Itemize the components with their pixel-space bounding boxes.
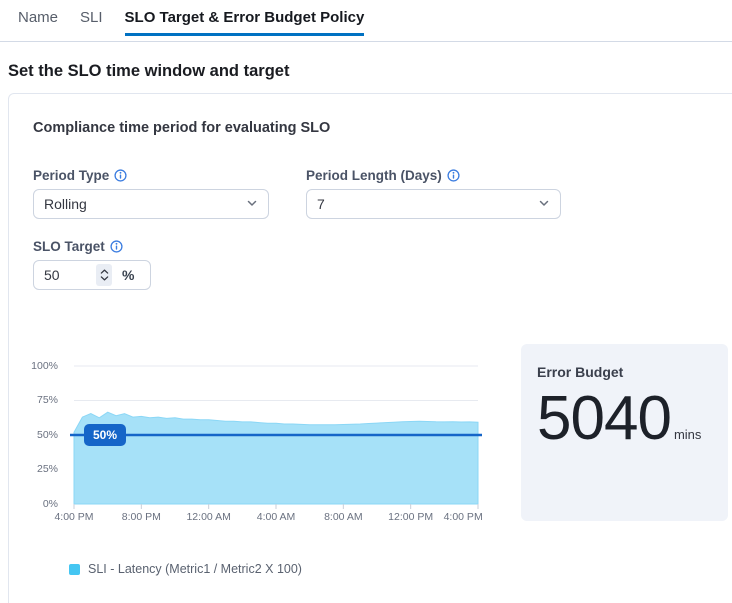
slo-target-group: SLO Target % [33,239,728,290]
y-axis-label: 0% [30,498,58,510]
sli-area-series [74,412,478,504]
period-type-label: Period Type [33,168,269,183]
x-axis-label: 8:00 AM [324,511,363,523]
x-axis-label: 4:00 AM [257,511,296,523]
x-axis-label: 12:00 AM [186,511,230,523]
legend-label: SLI - Latency (Metric1 / Metric2 X 100) [88,562,302,576]
slo-target-label-text: SLO Target [33,239,105,254]
page-title: Set the SLO time window and target [8,62,732,81]
error-budget-unit: mins [674,427,701,442]
y-axis-label: 25% [30,463,58,475]
y-axis-label: 100% [30,360,58,372]
info-icon[interactable] [447,169,460,182]
period-form-row: Period Type Rolling Period Length (Days) [33,168,728,219]
period-length-value: 7 [317,196,325,212]
threshold-badge: 50% [84,424,126,446]
x-axis-ticks [74,504,478,509]
number-stepper[interactable] [96,264,112,286]
x-axis-label: 8:00 PM [122,511,161,523]
period-length-label: Period Length (Days) [306,168,561,183]
error-budget-card: Error Budget 5040 mins [521,344,728,521]
slo-target-input[interactable] [44,267,96,283]
x-axis-label: 4:00 PM [444,511,483,523]
chart-section: 100% 75% 50% 25% 0% 4:00 PM 8:00 PM 12:00 AM 4:… [33,342,728,538]
x-axis-label: 12:00 PM [388,511,433,523]
error-budget-value: 5040 [537,385,671,453]
info-icon[interactable] [114,169,127,182]
y-axis-label: 50% [30,429,58,441]
legend-item[interactable]: SLI - Latency (Metric1 / Metric2 X 100) [69,562,728,576]
chevron-down-icon [246,196,258,212]
period-type-select[interactable]: Rolling [33,189,269,219]
slo-target-input-group: % [33,260,151,290]
info-icon[interactable] [110,240,123,253]
legend-swatch [69,564,80,575]
slo-target-label: SLO Target [33,239,728,254]
period-type-label-text: Period Type [33,168,109,183]
tabbar-divider [0,41,732,42]
error-budget-title: Error Budget [537,364,712,380]
period-length-select[interactable]: 7 [306,189,561,219]
chevron-down-icon [538,196,550,212]
percent-suffix: % [122,267,134,283]
tab-sli[interactable]: SLI [80,9,103,36]
section-title: Compliance time period for evaluating SL… [33,120,728,136]
chart-plot-area [74,366,478,516]
x-axis-label: 4:00 PM [54,511,93,523]
period-type-value: Rolling [44,196,87,212]
y-axis-label: 75% [30,394,58,406]
tab-slo-target[interactable]: SLO Target & Error Budget Policy [125,9,365,36]
slo-time-window-panel: Compliance time period for evaluating SL… [8,93,732,603]
sli-preview-chart: 100% 75% 50% 25% 0% 4:00 PM 8:00 PM 12:00 AM 4:… [33,342,503,538]
tab-name[interactable]: Name [18,9,58,36]
tab-bar: Name SLI SLO Target & Error Budget Polic… [0,0,732,36]
period-length-label-text: Period Length (Days) [306,168,442,183]
